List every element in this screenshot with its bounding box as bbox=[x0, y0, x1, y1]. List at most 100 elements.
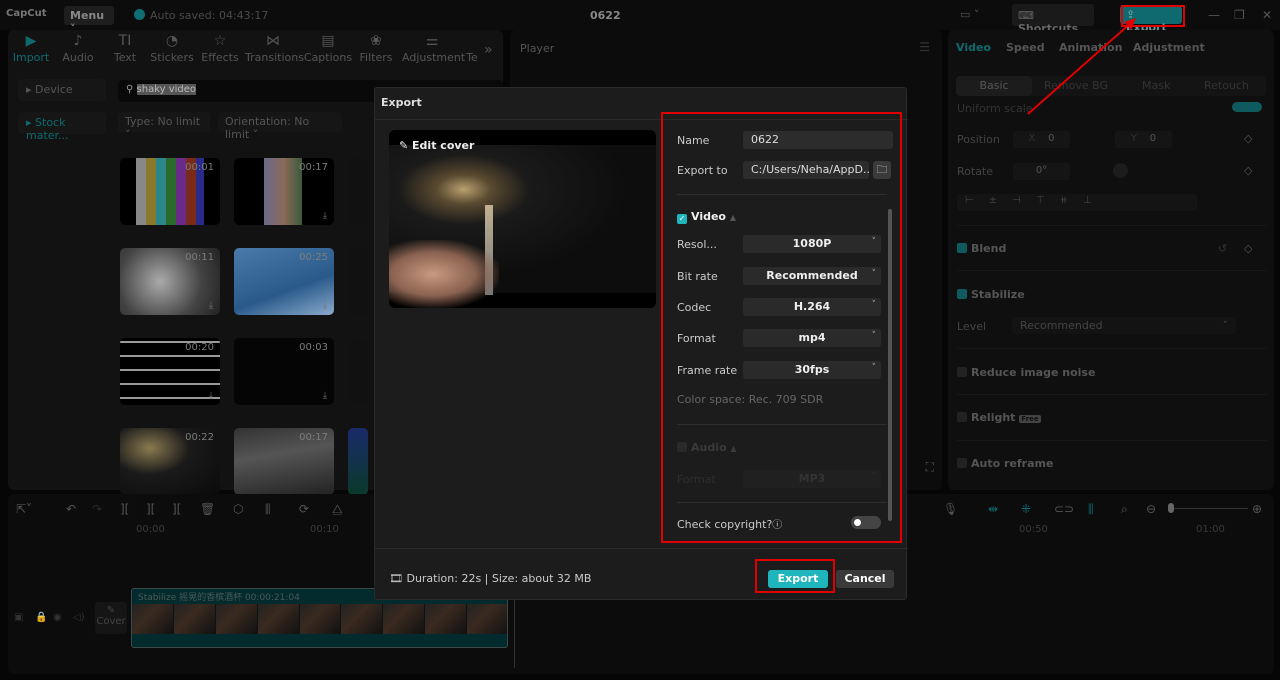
reverse-icon[interactable]: ⟳ bbox=[299, 502, 309, 516]
position-y-input[interactable]: Y 0 bbox=[1115, 131, 1172, 148]
keyframe-icon[interactable]: ◇ bbox=[1244, 242, 1252, 255]
tab-te[interactable]: Te bbox=[462, 33, 482, 64]
menu-icon[interactable]: ☰ bbox=[919, 40, 930, 54]
checkbox-icon[interactable] bbox=[957, 243, 967, 253]
media-thumbnail[interactable] bbox=[348, 338, 368, 405]
freeze-icon[interactable]: ⫼ bbox=[265, 502, 271, 517]
tab-audio[interactable]: ♪ Audio bbox=[55, 33, 101, 64]
import-icon: ▶ bbox=[25, 33, 37, 49]
layout-icon[interactable]: ▭ ˅ bbox=[960, 8, 979, 21]
uniform-scale-toggle[interactable] bbox=[1232, 102, 1262, 112]
split-icon[interactable]: ][ bbox=[120, 502, 129, 516]
redo-icon[interactable]: ↷ bbox=[92, 502, 102, 516]
orientation-filter[interactable]: Orientation: No limit ˅ bbox=[218, 112, 342, 141]
align-toolbar[interactable]: ⊢±⊣⊤⧺⊥ bbox=[957, 194, 1197, 211]
tab-effects[interactable]: ☆ Effects bbox=[197, 33, 243, 64]
zoom-in-icon[interactable]: ⊕ bbox=[1252, 502, 1262, 516]
tab-label: Te bbox=[466, 51, 478, 64]
undo-icon[interactable]: ↶ bbox=[66, 502, 76, 516]
tab-filters[interactable]: ❀ Filters bbox=[353, 33, 399, 64]
cover-preview[interactable]: ✎ Edit cover bbox=[389, 130, 656, 308]
microphone-icon[interactable]: 🎙 bbox=[943, 502, 958, 516]
media-thumbnail[interactable]: 00:20 ⤓ bbox=[120, 338, 220, 405]
speaker-icon[interactable]: ◁) bbox=[73, 612, 85, 623]
cover-button[interactable]: ✎ Cover bbox=[95, 602, 127, 634]
restore-icon[interactable]: ❐ bbox=[1234, 8, 1245, 22]
thumbnail-duration: 00:20 bbox=[185, 342, 214, 353]
stabilize-section[interactable]: Stabilize bbox=[957, 288, 1025, 301]
rotate-input[interactable]: 0° bbox=[1013, 163, 1070, 180]
more-tabs-icon[interactable]: » bbox=[484, 42, 493, 58]
relight-section[interactable]: Relight Free bbox=[957, 411, 1041, 424]
dialog-title: Export bbox=[381, 96, 422, 109]
checkbox-icon[interactable] bbox=[957, 367, 967, 377]
download-icon[interactable]: ⤓ bbox=[323, 391, 327, 401]
main-track-magnet-icon[interactable]: ⇹ bbox=[988, 502, 998, 516]
tab-text[interactable]: TI Text bbox=[102, 33, 148, 64]
checkbox-icon[interactable] bbox=[957, 458, 967, 468]
checkbox-icon[interactable] bbox=[957, 412, 967, 422]
checkbox-icon[interactable] bbox=[957, 289, 967, 299]
position-x-input[interactable]: X 0 bbox=[1013, 131, 1070, 148]
auto-reframe-section[interactable]: Auto reframe bbox=[957, 457, 1053, 470]
media-thumbnail[interactable] bbox=[348, 158, 368, 225]
tab-transitions[interactable]: ⋈ Transitions bbox=[245, 33, 304, 64]
media-thumbnail[interactable]: 00:01 bbox=[120, 158, 220, 225]
media-thumbnail[interactable]: 00:25 ⤓ bbox=[234, 248, 334, 315]
media-thumbnail[interactable]: 00:17 bbox=[234, 428, 334, 495]
rotate-dial[interactable] bbox=[1113, 163, 1128, 178]
eye-icon[interactable]: ◉ bbox=[53, 612, 62, 623]
playhead[interactable] bbox=[514, 588, 515, 668]
sidebar-item-device[interactable]: ▸ Device bbox=[18, 79, 106, 101]
minimize-icon[interactable]: — bbox=[1208, 8, 1220, 22]
tab-captions[interactable]: ▤ Captions bbox=[303, 33, 353, 64]
zoom-slider-handle[interactable] bbox=[1168, 503, 1174, 513]
tab-stickers[interactable]: ◔ Stickers bbox=[149, 33, 195, 64]
divider bbox=[957, 225, 1267, 226]
tab-adjustment[interactable]: ⚌ Adjustment bbox=[402, 33, 465, 64]
type-filter[interactable]: Type: No limit ˅ bbox=[118, 112, 210, 141]
auto-snap-icon[interactable]: ⁜ bbox=[1021, 502, 1031, 516]
reduce-noise-section[interactable]: Reduce image noise bbox=[957, 366, 1095, 379]
media-thumbnail[interactable] bbox=[348, 248, 368, 315]
cancel-button[interactable]: Cancel bbox=[836, 570, 894, 588]
lock-icon[interactable]: 🔒 bbox=[35, 612, 47, 623]
media-thumbnail[interactable]: 00:03 ⤓ bbox=[234, 338, 334, 405]
keyframe-icon[interactable]: ◇ bbox=[1244, 132, 1252, 145]
zoom-out-icon[interactable]: ⊖ bbox=[1146, 502, 1156, 516]
zoom-slider[interactable] bbox=[1168, 508, 1248, 509]
download-icon[interactable]: ⤓ bbox=[209, 301, 213, 311]
reset-icon[interactable]: ↺ bbox=[1218, 242, 1227, 255]
delete-icon[interactable]: 🗑 bbox=[200, 502, 215, 516]
media-thumbnail[interactable]: 00:11 ⤓ bbox=[120, 248, 220, 315]
divider bbox=[957, 394, 1267, 395]
download-icon[interactable]: ⤓ bbox=[323, 211, 327, 221]
thumbnail-zoom-icon[interactable]: ⌕ bbox=[1121, 502, 1128, 517]
preview-axis-icon[interactable]: ⫼ bbox=[1088, 502, 1094, 517]
track-cover-icon[interactable]: ▣ bbox=[14, 612, 23, 623]
split-right-icon[interactable]: ][ bbox=[172, 502, 181, 516]
blend-section[interactable]: Blend bbox=[957, 242, 1006, 255]
sidebar-item-stock-material[interactable]: ▸ Stock mater... bbox=[18, 112, 106, 142]
keyframe-icon[interactable]: ◇ bbox=[1244, 164, 1252, 177]
media-thumbnail[interactable]: 00:17 ⤓ bbox=[234, 158, 334, 225]
level-select[interactable]: Recommended ˅ bbox=[1012, 317, 1236, 334]
edit-cover-button[interactable]: ✎ Edit cover bbox=[399, 139, 474, 152]
split-left-icon[interactable]: ][ bbox=[146, 502, 155, 516]
tab-import[interactable]: ▶ Import bbox=[8, 33, 54, 64]
fullscreen-icon[interactable]: ⛶ bbox=[926, 460, 934, 475]
media-thumbnail[interactable]: 00:22 bbox=[120, 428, 220, 495]
adjustment-icon: ⚌ bbox=[425, 33, 439, 49]
tab-video[interactable]: Video bbox=[956, 41, 991, 54]
mirror-icon[interactable]: ⧋ bbox=[332, 502, 343, 517]
media-thumbnail[interactable] bbox=[348, 428, 368, 495]
select-tool-icon[interactable]: ⇱˅ bbox=[16, 502, 32, 516]
link-icon[interactable]: ⊂⊃ bbox=[1054, 502, 1074, 516]
project-title: 0622 bbox=[590, 9, 621, 22]
close-icon[interactable]: ✕ bbox=[1262, 8, 1272, 22]
download-icon[interactable]: ⤓ bbox=[323, 301, 327, 311]
mask-icon[interactable]: ⬡ bbox=[233, 502, 243, 516]
download-icon[interactable]: ⤓ bbox=[209, 391, 213, 401]
subtab-retouch[interactable]: Retouch bbox=[1204, 79, 1249, 92]
menu-button[interactable]: Menu ˅ bbox=[64, 6, 114, 35]
